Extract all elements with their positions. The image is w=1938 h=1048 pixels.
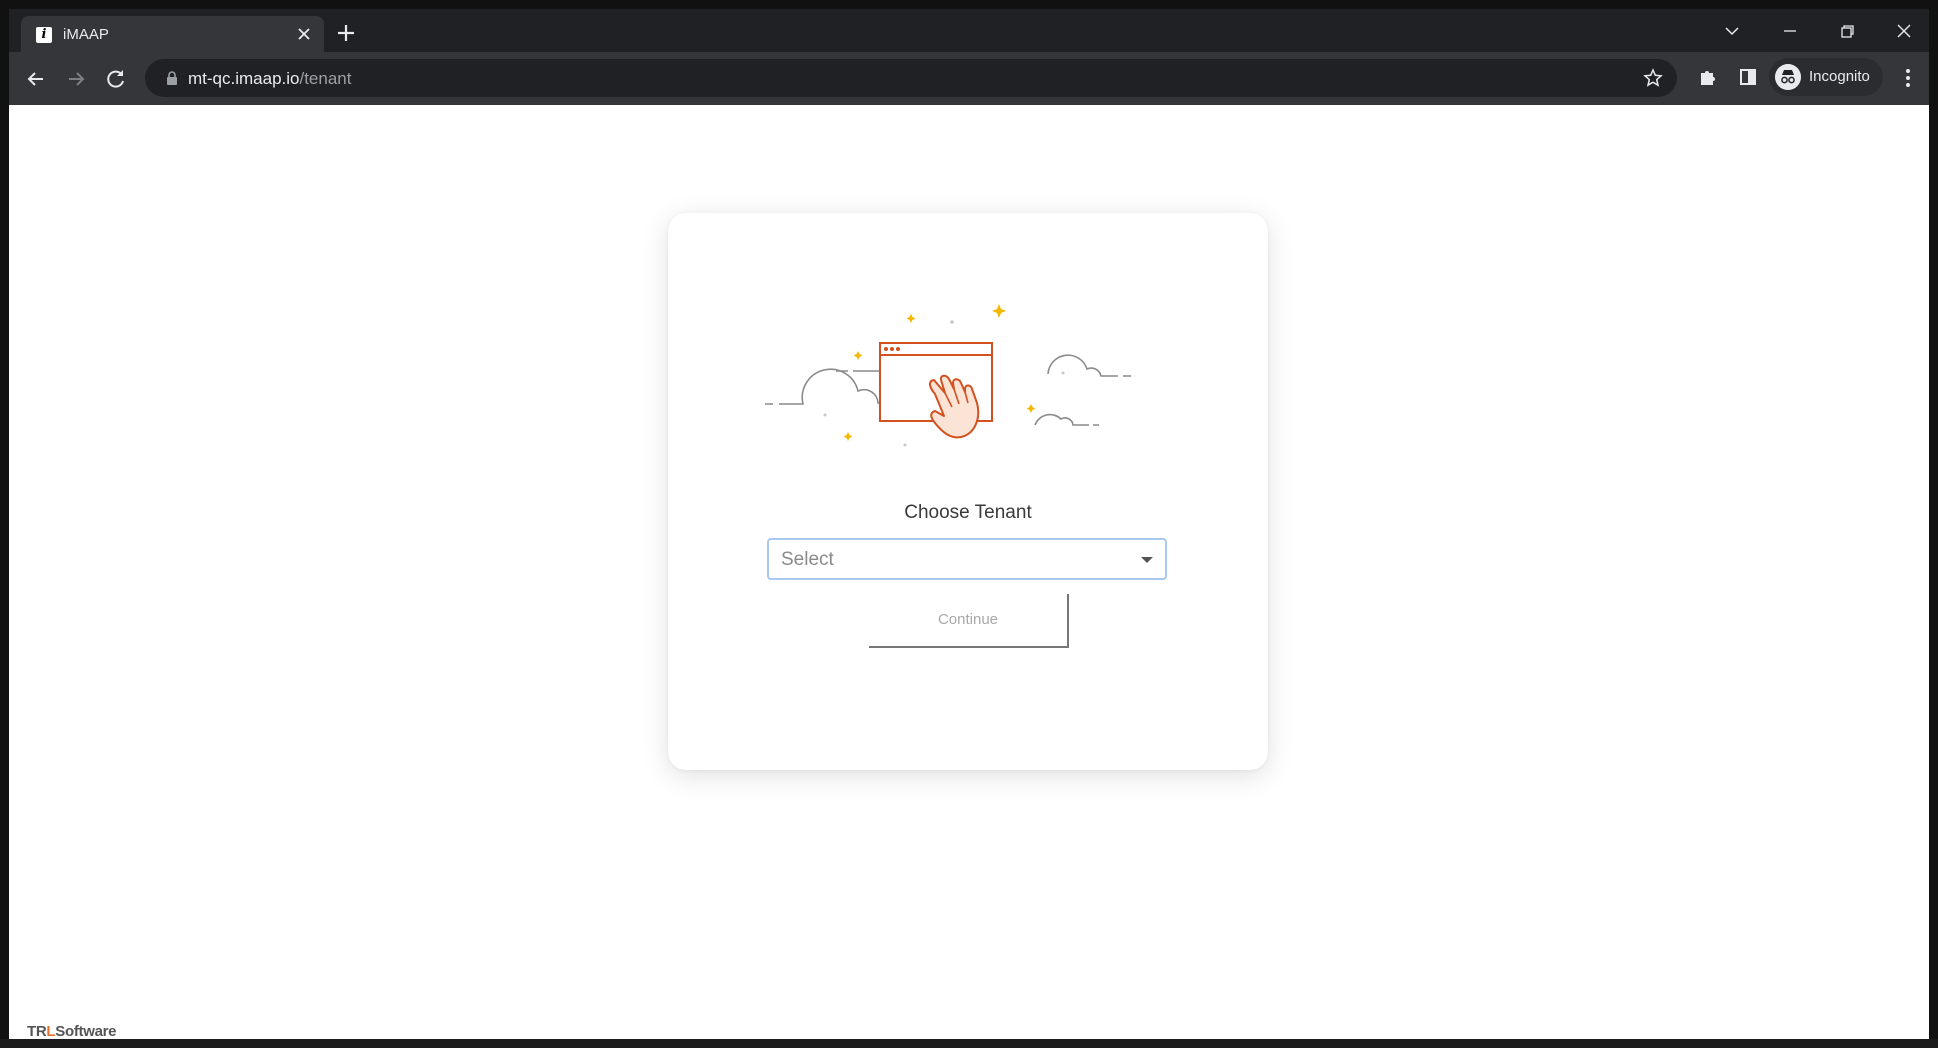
forward-arrow-icon[interactable] <box>63 66 89 92</box>
reload-icon[interactable] <box>103 66 129 92</box>
close-icon[interactable] <box>1892 19 1916 43</box>
side-panel-icon[interactable] <box>1736 65 1760 89</box>
incognito-label: Incognito <box>1809 68 1870 85</box>
tab-strip: i iMAAP <box>9 9 1929 52</box>
plus-icon[interactable] <box>335 22 357 44</box>
caret-down-icon <box>1141 557 1153 563</box>
os-taskbar <box>0 1039 1938 1048</box>
url-text: mt-qc.imaap.io/tenant <box>188 69 351 89</box>
extensions-puzzle-icon[interactable] <box>1696 65 1720 89</box>
page-title: Choose Tenant <box>904 502 1032 523</box>
incognito-profile-button[interactable]: Incognito <box>1769 58 1883 96</box>
incognito-icon <box>1775 64 1801 90</box>
browser-window: i iMAAP mt-qc.imaap.io/tenant Incognito … <box>9 9 1929 1039</box>
url-host: mt-qc.imaap.io <box>188 69 300 88</box>
favicon-icon: i <box>36 27 52 43</box>
tab-title: iMAAP <box>63 26 109 43</box>
browser-tab[interactable]: i iMAAP <box>21 16 324 52</box>
page-content: Choose Tenant Select Continue TRLSoftwar… <box>9 105 1929 1039</box>
url-path: /tenant <box>299 69 352 88</box>
bookmark-star-icon[interactable] <box>1643 68 1663 88</box>
tenant-select[interactable]: Select <box>767 538 1167 580</box>
close-icon[interactable] <box>296 26 312 42</box>
trl-software-logo: TRLSoftware <box>27 1023 117 1039</box>
tenant-card: Choose Tenant Select Continue <box>668 213 1268 770</box>
browser-click-illustration <box>765 304 1131 447</box>
browser-toolbar: mt-qc.imaap.io/tenant Incognito <box>9 52 1929 105</box>
minimize-icon[interactable] <box>1778 19 1802 43</box>
continue-button[interactable]: Continue <box>869 594 1069 648</box>
restore-icon[interactable] <box>1835 19 1859 43</box>
chevron-down-icon[interactable] <box>1720 19 1744 43</box>
more-menu-icon[interactable] <box>1901 65 1915 91</box>
address-bar[interactable]: mt-qc.imaap.io/tenant <box>145 59 1677 97</box>
lock-icon[interactable] <box>165 71 179 85</box>
back-arrow-icon[interactable] <box>23 66 49 92</box>
select-placeholder: Select <box>781 549 834 570</box>
